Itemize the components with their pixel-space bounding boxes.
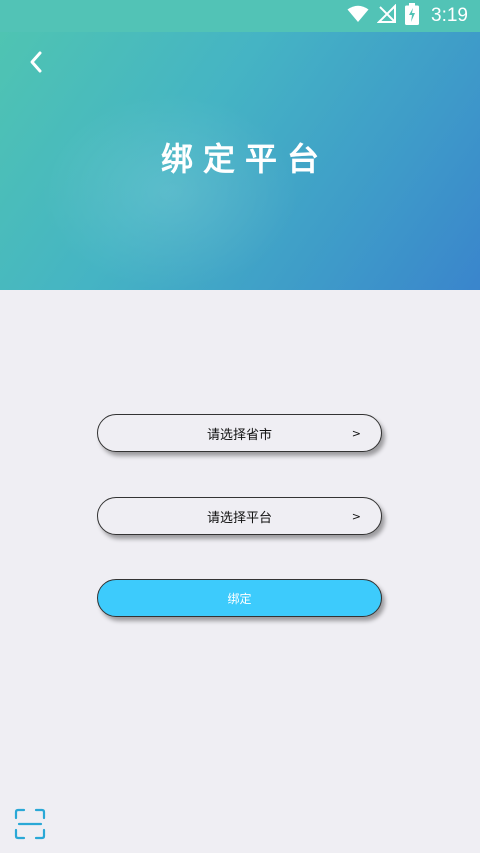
status-icons: 3:19 [347, 3, 468, 29]
back-button[interactable] [18, 46, 54, 82]
page-title: 绑定平台 [160, 140, 329, 178]
wifi-icon [347, 5, 369, 27]
province-city-label: 请选择省市 [206, 427, 272, 443]
scan-icon [14, 808, 46, 844]
no-signal-icon [376, 3, 397, 28]
status-bar: 3:19 [0, 0, 480, 32]
header-banner: 绑定平台 [0, 32, 480, 290]
platform-label: 请选择平台 [206, 510, 272, 526]
platform-chevron-right-icon: > [351, 509, 361, 523]
bind-platform-screen: 3:19 绑定平台 请选择省市 > 请选择平台 > 绑定 [0, 0, 480, 853]
scan-button[interactable] [14, 808, 46, 840]
back-chevron-icon [28, 50, 44, 78]
province-city-select[interactable]: 请选择省市 > [97, 414, 382, 452]
bind-button[interactable]: 绑定 [97, 579, 382, 617]
battery-charging-icon [405, 3, 420, 29]
status-time: 3:19 [431, 5, 468, 26]
platform-select[interactable]: 请选择平台 > [97, 497, 382, 535]
province-chevron-right-icon: > [351, 426, 361, 440]
